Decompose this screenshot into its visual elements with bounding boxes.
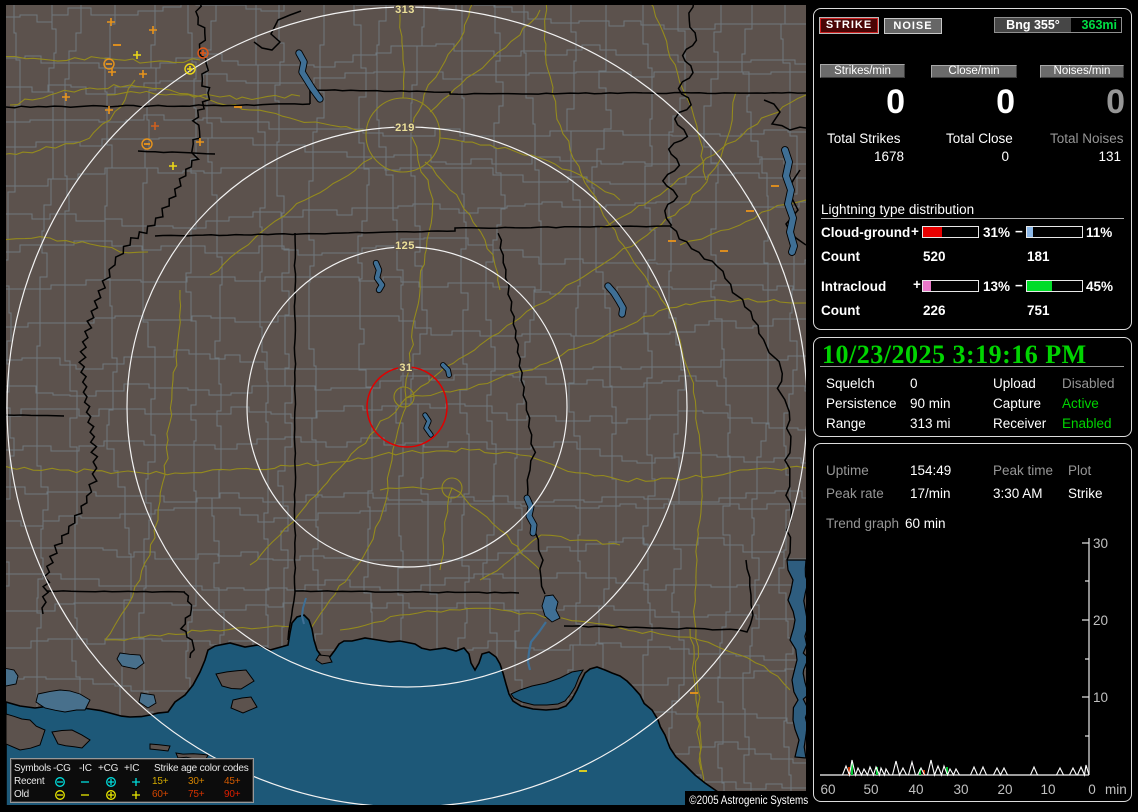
svg-text:30: 30 [1093, 536, 1108, 551]
svg-text:60: 60 [820, 782, 835, 797]
svg-text:min: min [1105, 782, 1127, 797]
svg-text:50: 50 [863, 782, 878, 797]
svg-text:10: 10 [1040, 782, 1055, 797]
svg-text:10: 10 [1093, 690, 1108, 705]
svg-text:30: 30 [953, 782, 968, 797]
svg-text:40: 40 [908, 782, 923, 797]
svg-text:20: 20 [1093, 613, 1108, 628]
svg-text:20: 20 [997, 782, 1012, 797]
svg-text:0: 0 [1088, 782, 1096, 797]
